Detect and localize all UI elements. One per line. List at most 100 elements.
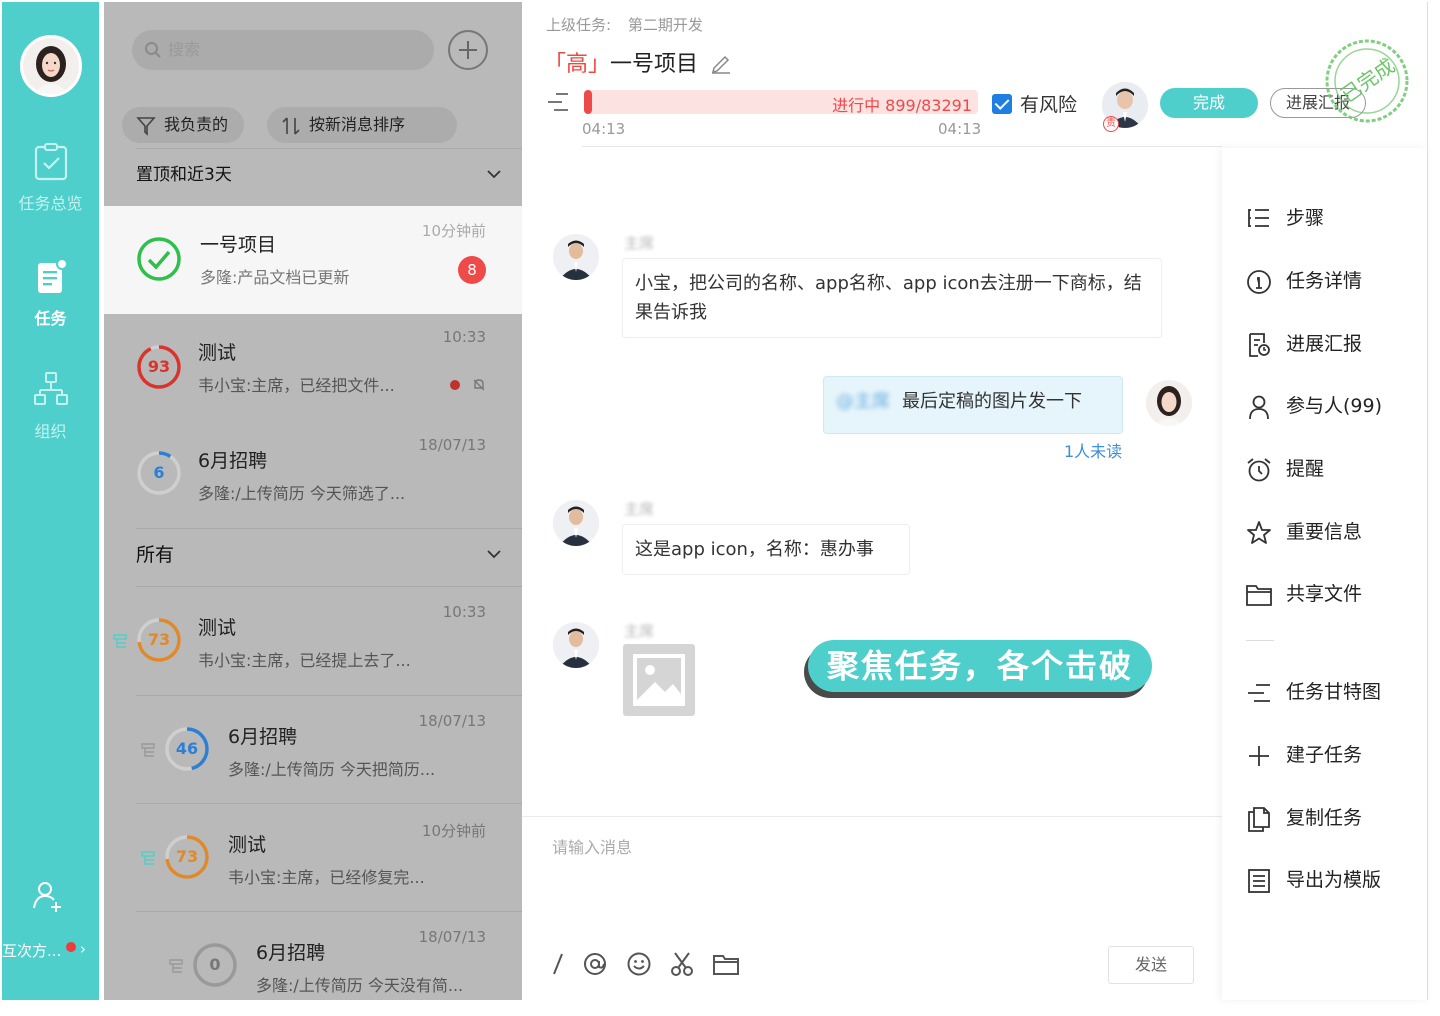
start-time: 04:13 [582, 120, 626, 138]
sender-avatar[interactable] [553, 500, 599, 546]
action-copy-task[interactable]: 复制任务 [1246, 802, 1362, 834]
action-participants[interactable]: 参与人(99) [1246, 390, 1382, 422]
my-avatar[interactable] [20, 35, 82, 97]
list-item[interactable]: 0 6月招聘 多隆:/上传简历 今天没有简... 18/07/13 [104, 912, 522, 1000]
action-task-details[interactable]: 任务详情 [1246, 265, 1362, 297]
read-status[interactable]: 1人未读 [1064, 438, 1122, 462]
message-input[interactable]: 请输入消息 [552, 834, 632, 858]
gantt-icon[interactable] [546, 90, 570, 114]
section-pinned[interactable]: 置顶和近3天 [104, 148, 522, 202]
search-input[interactable]: 搜索 [132, 30, 434, 70]
image-placeholder-icon[interactable] [623, 644, 695, 716]
task-progress-bar[interactable]: 进行中 899/83291 [584, 90, 978, 115]
sender-avatar[interactable] [553, 622, 599, 668]
list-item[interactable]: 73 测试 韦小宝:主席，已经修复完... 10分钟前 [104, 804, 522, 912]
workspace-name: 互次方... [2, 942, 62, 960]
section-title: 置顶和近3天 [136, 165, 232, 185]
rail-item-label: 任务总览 [18, 194, 83, 213]
action-shared-files[interactable]: 共享文件 [1246, 578, 1362, 610]
ring-value: 0 [209, 955, 221, 974]
chevron-down-icon [487, 170, 501, 179]
action-create-subtask[interactable]: 建子任务 [1246, 739, 1362, 771]
filter-mine-button[interactable]: 我负责的 [122, 107, 244, 143]
star-icon [1247, 521, 1271, 544]
folder-icon [1246, 585, 1272, 606]
org-tree-icon [33, 372, 68, 405]
rail-item-label: 组织 [34, 422, 67, 441]
section-all[interactable]: 所有 [104, 528, 522, 582]
edit-icon[interactable] [710, 52, 732, 74]
item-title: 测试 [198, 617, 237, 639]
message-bubble-mine: @主席 最后定稿的图片发一下 [823, 376, 1123, 434]
workspace-switcher[interactable]: 互次方... › [0, 940, 97, 961]
add-user-icon[interactable] [30, 878, 66, 914]
action-label: 导出为模版 [1286, 869, 1382, 891]
sender-name: 主席 [624, 622, 655, 640]
list-item[interactable]: 93 测试 韦小宝:主席，已经把文件... 10:33 [104, 314, 522, 422]
ring-value: 6 [153, 463, 165, 482]
mute-bell-icon [473, 379, 485, 391]
emoji-icon[interactable] [626, 950, 652, 978]
action-label: 参与人(99) [1286, 395, 1383, 417]
notification-dot [66, 942, 76, 952]
add-task-button[interactable] [448, 30, 488, 70]
sender-avatar[interactable] [553, 234, 599, 280]
progress-ring: 93 [136, 344, 182, 390]
folder-icon[interactable] [712, 950, 740, 978]
chevron-right-icon: › [80, 940, 86, 958]
parent-task-label: 上级任务: [546, 16, 612, 34]
ring-value: 93 [147, 357, 171, 376]
person-icon [1249, 395, 1269, 420]
filter-label: 我负责的 [164, 115, 229, 134]
completed-stamp: 已完成 [1325, 39, 1409, 123]
risk-checkbox[interactable]: 有风险 [992, 90, 1077, 117]
parent-task-name: 第二期开发 [627, 16, 703, 34]
report-icon [1249, 333, 1270, 357]
rail-item-tasks[interactable]: 任务 [2, 257, 99, 329]
alarm-clock-icon [1247, 458, 1271, 482]
gantt-icon [1248, 684, 1270, 702]
task-list-icon [37, 258, 68, 293]
progress-ring: 6 [136, 450, 182, 496]
item-preview: 多隆:产品文档已更新 [200, 268, 350, 287]
scissors-icon[interactable] [669, 950, 695, 978]
sort-icon [282, 117, 300, 135]
complete-button[interactable]: 完成 [1160, 88, 1258, 118]
check-circle-icon [137, 237, 181, 281]
ring-value: 46 [175, 739, 199, 758]
svg-text:已完成: 已完成 [1336, 53, 1399, 107]
filter-icon [136, 117, 156, 136]
list-item[interactable]: 6 6月招聘 多隆:/上传简历 今天筛选了... 18/07/13 [104, 422, 522, 530]
action-important-info[interactable]: 重要信息 [1246, 516, 1362, 548]
at-mention-icon[interactable] [582, 950, 608, 978]
action-label: 任务甘特图 [1286, 681, 1382, 703]
parent-task[interactable]: 上级任务: 第二期开发 [546, 14, 703, 35]
list-item[interactable]: 73 测试 韦小宝:主席，已经提上去了... 10:33 [104, 587, 522, 695]
rail-item-task-overview[interactable]: 任务总览 [2, 142, 99, 214]
action-progress-report[interactable]: 进展汇报 [1246, 328, 1362, 360]
steps-list-icon [1248, 209, 1269, 227]
rail-item-org[interactable]: 组织 [2, 370, 99, 442]
item-time: 10分钟前 [421, 822, 486, 840]
action-export-template[interactable]: 导出为模版 [1246, 864, 1381, 896]
task-name: 一号项目 [610, 52, 699, 77]
list-item[interactable]: 46 6月招聘 多隆:/上传简历 今天把简历... 18/07/13 [104, 696, 522, 804]
item-time: 18/07/13 [418, 712, 486, 730]
send-button[interactable]: 发送 [1108, 946, 1194, 984]
item-preview: 韦小宝:主席，已经修复完... [228, 868, 425, 887]
slash-command-icon[interactable] [548, 950, 568, 978]
action-gantt-chart[interactable]: 任务甘特图 [1246, 676, 1381, 708]
item-time: 10:33 [442, 328, 486, 346]
progress-ring: 0 [192, 942, 238, 988]
sort-button[interactable]: 按新消息排序 [267, 107, 457, 143]
mention-tag[interactable]: @主席 [836, 391, 890, 412]
action-steps[interactable]: 步骤 [1246, 202, 1324, 234]
sender-name: 主席 [624, 500, 655, 518]
action-label: 建子任务 [1286, 744, 1363, 766]
list-item[interactable]: 一号项目 多隆:产品文档已更新 10分钟前 8 [104, 206, 522, 314]
action-reminder[interactable]: 提醒 [1246, 453, 1324, 485]
item-time: 10分钟前 [421, 222, 486, 240]
search-placeholder: 搜索 [168, 40, 201, 59]
my-message-avatar[interactable] [1146, 380, 1192, 426]
subtask-tree-icon [141, 743, 155, 757]
